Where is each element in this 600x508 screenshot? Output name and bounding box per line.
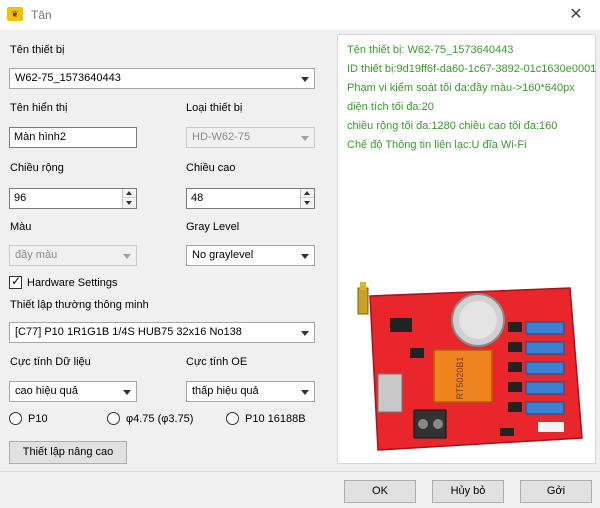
chevron-down-icon (301, 331, 309, 336)
info-line: chiều rộng tối đa:1280 chiều cao tối đa:… (347, 120, 558, 132)
display-name-value: Màn hình2 (14, 131, 66, 143)
radio-p10-label: P10 (28, 413, 48, 425)
info-line: Tên thiết bị: W62-75_1573640443 (347, 44, 514, 56)
cancel-button[interactable]: Hủy bỏ (432, 480, 504, 503)
chevron-down-icon (301, 77, 309, 82)
device-info-panel: Tên thiết bị: W62-75_1573640443 ID thiết… (337, 34, 596, 464)
advanced-settings-button[interactable]: Thiết lập nâng cao (9, 441, 127, 464)
smart-setting-value: [C77] P10 1R1G1B 1/4S HUB75 32x16 No138 (15, 326, 242, 338)
device-type-select[interactable]: HD-W62-75 (186, 127, 315, 148)
height-stepper-buttons (300, 189, 314, 208)
height-value: 48 (191, 192, 204, 204)
increment-icon[interactable] (301, 189, 314, 198)
chevron-down-icon (301, 390, 309, 395)
radio-p10-16188b-label: P10 16188B (245, 413, 306, 425)
radio-p10-16188b[interactable] (226, 412, 239, 425)
radio-p10[interactable] (9, 412, 22, 425)
chevron-down-icon (301, 254, 309, 259)
info-line: Chế độ Thông tin liên lạc:U đĩa Wi-Fi (347, 139, 527, 151)
info-line: diện tích tối đa:20 (347, 101, 434, 113)
height-label: Chiều cao (186, 162, 236, 174)
info-line: Phạm vi kiểm soát tối đa:đầy màu->160*64… (347, 82, 575, 94)
close-icon[interactable]: ✕ (556, 2, 596, 28)
gray-level-label: Gray Level (186, 221, 240, 233)
footer-divider (0, 471, 600, 472)
decrement-icon[interactable] (301, 199, 314, 208)
send-button[interactable]: Gởi (520, 480, 592, 503)
app-logo-icon: ❦ (7, 7, 23, 21)
board-chip-text: RT5020B1 (455, 357, 465, 400)
height-stepper[interactable]: 48 (186, 188, 315, 209)
controller-board-image: RT5020B1 (357, 282, 583, 451)
data-polarity-label: Cực tính Dữ liệu (10, 356, 91, 368)
data-polarity-value: cao hiệu quả (15, 385, 78, 397)
chevron-down-icon (301, 136, 309, 141)
device-name-label: Tên thiết bị (10, 44, 65, 56)
width-value: 96 (14, 192, 27, 204)
chevron-down-icon (123, 390, 131, 395)
smart-setting-label: Thiết lập thường thông minh (10, 299, 149, 311)
ok-button[interactable]: OK (344, 480, 416, 503)
title-bar: ❦ Tăn ✕ (0, 0, 600, 30)
chevron-down-icon (123, 254, 131, 259)
gray-level-value: No graylevel (192, 249, 254, 261)
increment-icon[interactable] (123, 189, 136, 198)
width-stepper-buttons (122, 189, 136, 208)
data-polarity-select[interactable]: cao hiệu quả (9, 381, 137, 402)
oe-polarity-label: Cực tính OE (186, 356, 248, 368)
smart-setting-select[interactable]: [C77] P10 1R1G1B 1/4S HUB75 32x16 No138 (9, 322, 315, 343)
decrement-icon[interactable] (123, 199, 136, 208)
device-name-select[interactable]: W62-75_1573640443 (9, 68, 315, 89)
display-name-label: Tên hiển thị (10, 102, 68, 114)
radio-phi475[interactable] (107, 412, 120, 425)
info-line: ID thiết bị:9d19ff6f-da60-1c67-3892-01c1… (347, 63, 597, 75)
color-label: Màu (10, 221, 32, 233)
color-value: đầy màu (15, 249, 58, 261)
oe-polarity-value: thấp hiệu quả (192, 385, 259, 397)
gray-level-select[interactable]: No graylevel (186, 245, 315, 266)
hardware-settings-label: Hardware Settings (27, 277, 118, 289)
width-stepper[interactable]: 96 (9, 188, 137, 209)
hardware-settings-checkbox[interactable]: ✓ (9, 274, 22, 289)
width-label: Chiều rộng (10, 162, 64, 174)
device-type-value: HD-W62-75 (192, 131, 251, 143)
radio-phi475-label: φ4.75 (φ3.75) (126, 413, 194, 425)
device-type-label: Loại thiết bị (186, 102, 243, 114)
color-select[interactable]: đầy màu (9, 245, 137, 266)
device-name-value: W62-75_1573640443 (15, 72, 121, 84)
oe-polarity-select[interactable]: thấp hiệu quả (186, 381, 315, 402)
window-title: Tăn (31, 8, 52, 22)
checkmark-icon: ✓ (11, 274, 22, 288)
display-name-input[interactable]: Màn hình2 (9, 127, 137, 148)
